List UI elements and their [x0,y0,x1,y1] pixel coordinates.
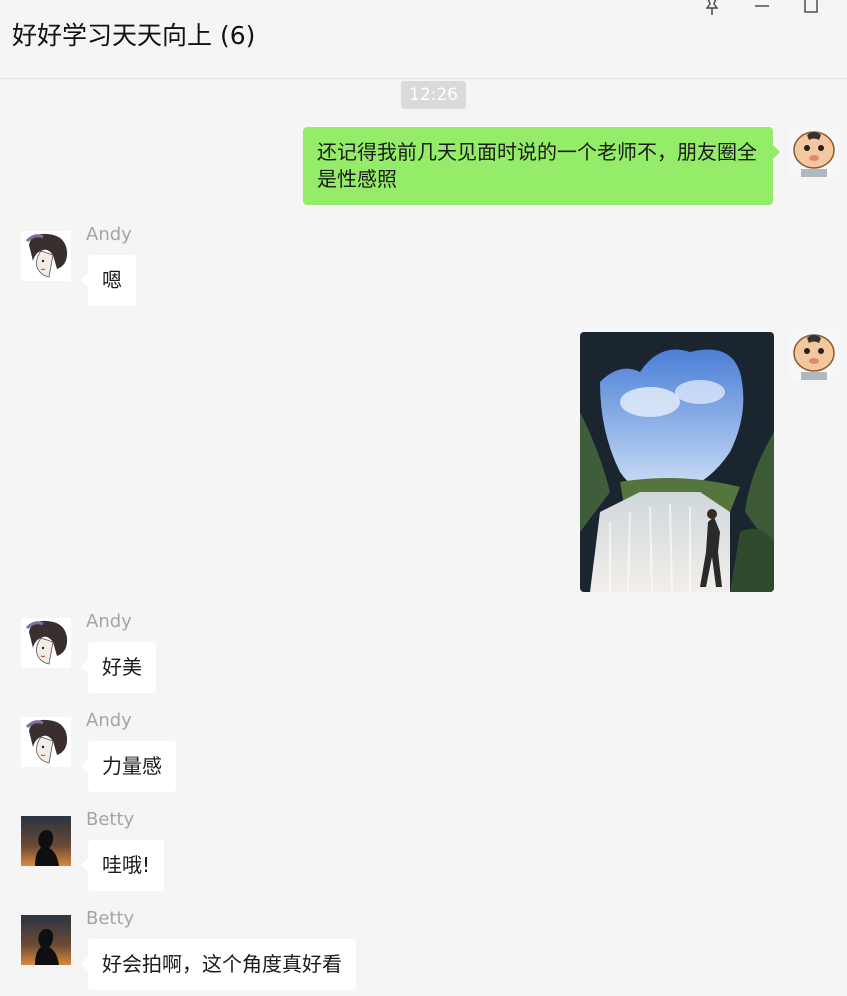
sender-name: Betty [86,809,135,830]
minimize-icon[interactable] [750,0,774,18]
andy-avatar[interactable] [21,231,71,281]
sender-name: Andy [86,611,132,632]
timestamp: 12:26 [401,81,466,109]
message-text: 好美 [102,655,142,679]
message-text: 哇哦! [102,853,151,877]
pin-icon[interactable] [700,0,724,18]
andy-message-bubble[interactable]: 好美 [81,642,156,693]
sender-name: Andy [86,710,132,731]
self-avatar[interactable] [789,127,839,177]
message-text: 嗯 [102,268,122,292]
chat-title: 好好学习天天向上 (6) [12,21,256,50]
andy-avatar[interactable] [21,717,71,767]
betty-message-bubble[interactable]: 哇哦! [80,840,165,891]
betty-message-bubble[interactable]: 好会拍啊，这个角度真好看 [81,939,356,990]
self-message-bubble[interactable]: 还记得我前几天见面时说的一个老师不，朋友圈全是性感照 [303,127,780,205]
chat-header: 好好学习天天向上 (6) [0,0,847,79]
sender-name: Betty [86,908,135,929]
self-avatar[interactable] [789,330,839,380]
sender-name: Andy [86,224,132,245]
maximize-icon[interactable] [799,0,823,18]
message-text: 还记得我前几天见面时说的一个老师不，朋友圈全是性感照 [317,140,757,191]
andy-message-bubble[interactable]: 力量感 [81,741,176,792]
message-text: 力量感 [102,754,162,778]
andy-message-bubble[interactable]: 嗯 [81,255,136,306]
betty-avatar[interactable] [21,915,71,965]
andy-avatar[interactable] [21,618,71,668]
betty-avatar[interactable] [21,816,71,866]
message-text: 好会拍啊，这个角度真好看 [102,952,342,976]
shared-photo[interactable] [580,332,774,592]
